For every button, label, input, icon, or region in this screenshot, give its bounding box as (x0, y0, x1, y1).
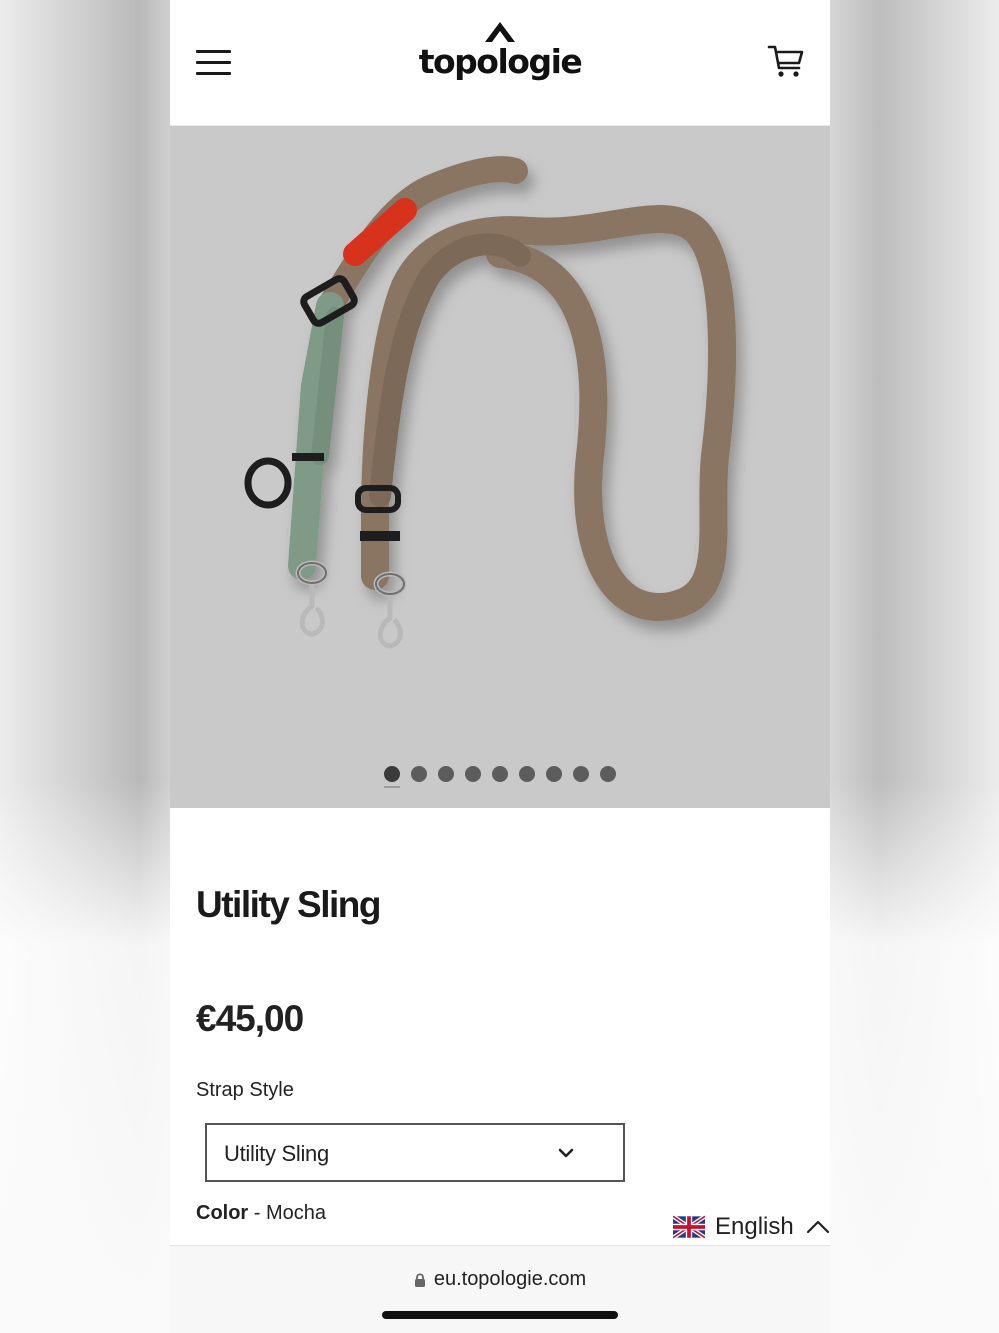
product-price: €45,00 (196, 998, 304, 1039)
browser-address-bar: eu.topologie.com (170, 1245, 830, 1333)
carousel-dot[interactable] (465, 766, 481, 782)
cart-glyph (767, 45, 804, 77)
color-selection-label: Color - Mocha (196, 1202, 326, 1225)
site-header: topologie (170, 0, 830, 126)
shopping-cart-icon[interactable] (766, 42, 806, 82)
hamburger-menu-icon[interactable] (196, 48, 232, 76)
chevron-up-icon (806, 1220, 829, 1234)
carousel-pagination (170, 766, 830, 788)
uk-flag-icon (673, 1215, 705, 1239)
strap-style-selected-value: Utility Sling (224, 1141, 329, 1166)
strap-style-label: Strap Style (196, 1079, 294, 1101)
product-image-carousel[interactable] (170, 126, 830, 808)
url-text: eu.topologie.com (433, 1268, 587, 1290)
logo-chevron-icon (485, 22, 515, 42)
carousel-dot[interactable] (492, 766, 508, 782)
carousel-dot[interactable] (384, 766, 400, 788)
carousel-dot[interactable] (519, 766, 535, 782)
carousel-dot[interactable] (438, 766, 454, 782)
home-indicator[interactable] (382, 1311, 618, 1319)
brand-logo[interactable]: topologie (400, 22, 600, 102)
url-field[interactable]: eu.topologie.com (170, 1268, 830, 1291)
carousel-dot[interactable] (546, 766, 562, 782)
color-label: Color (196, 1202, 249, 1224)
color-separator: - (248, 1202, 266, 1224)
color-value: Mocha (266, 1202, 327, 1224)
carousel-dot[interactable] (573, 766, 589, 782)
carousel-dot[interactable] (411, 766, 427, 782)
language-label: English (715, 1213, 794, 1240)
strap-style-select[interactable]: Utility Sling (205, 1123, 625, 1182)
carousel-dot[interactable] (600, 766, 616, 782)
product-title: Utility Sling (196, 884, 382, 925)
product-photo (244, 156, 737, 649)
mobile-viewport: topologie Utility Sling €45,00 Strap Sty… (170, 0, 830, 1333)
brand-name: topologie (418, 42, 583, 81)
language-switcher[interactable]: English (673, 1209, 830, 1245)
lock-icon (414, 1272, 425, 1287)
chevron-down-icon (558, 1148, 574, 1158)
